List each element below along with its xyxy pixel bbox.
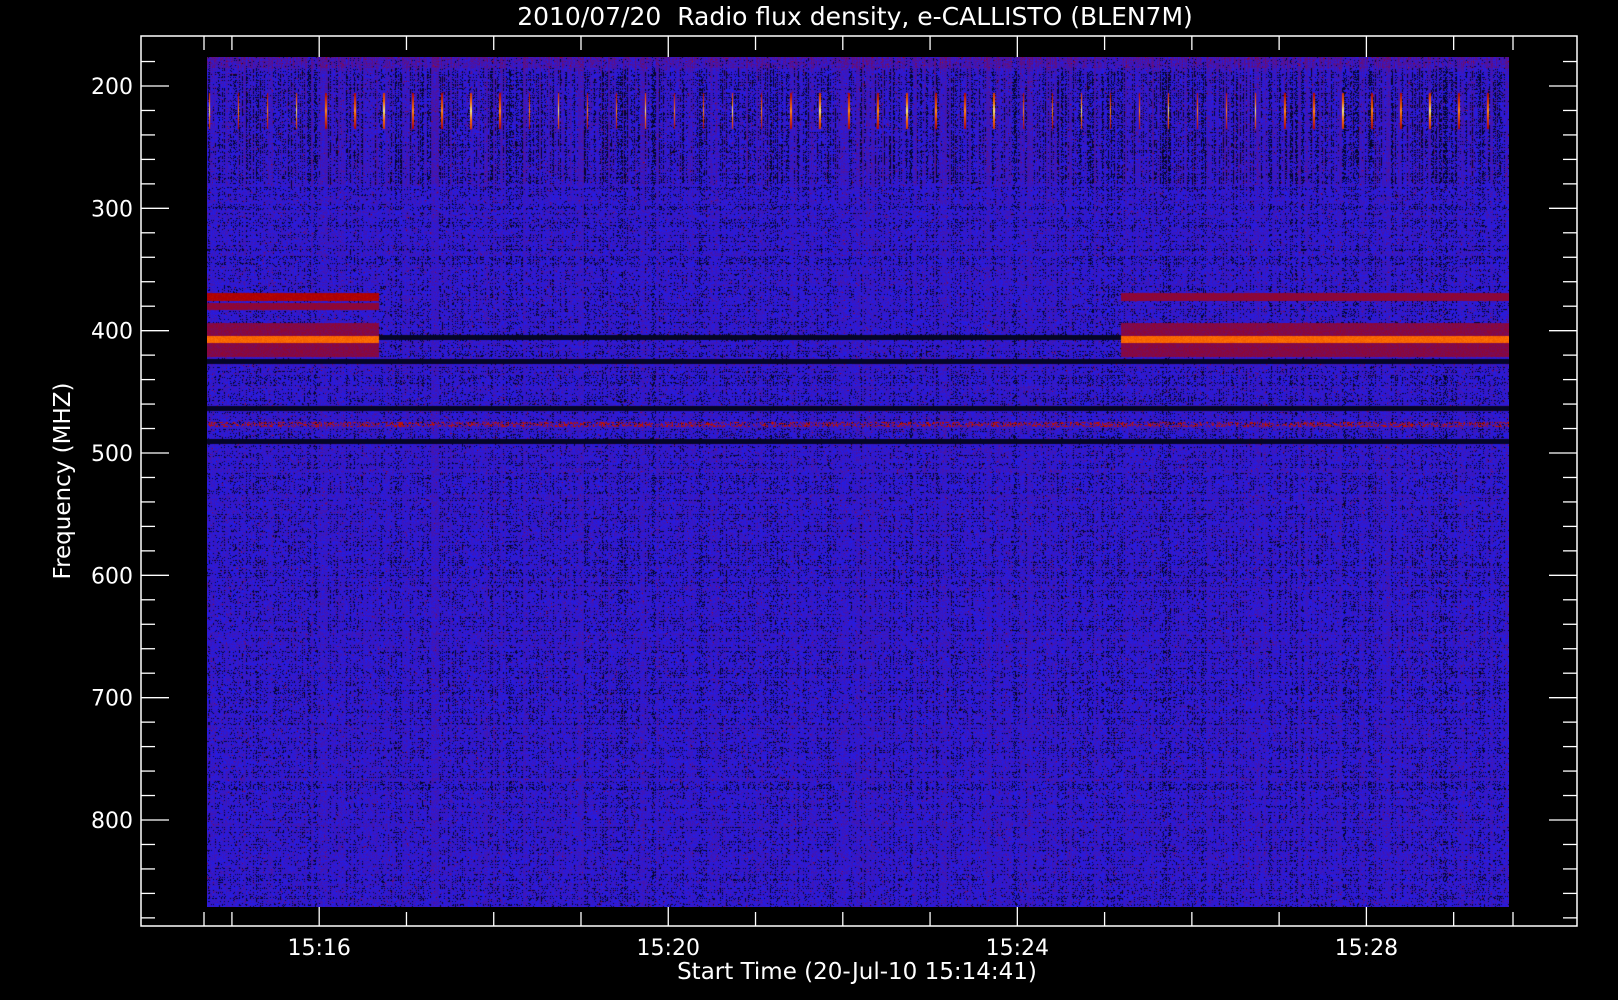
spectrogram-chart: 2010/07/20 Radio flux density, e-CALLIST… (0, 0, 1618, 1000)
x-tick-label: 15:16 (287, 936, 350, 961)
x-tick-label: 15:24 (986, 936, 1049, 961)
y-tick-label: 400 (91, 320, 133, 345)
y-axis-label: Frequency (MHZ) (50, 383, 76, 580)
chart-title: 2010/07/20 Radio flux density, e-CALLIST… (517, 2, 1193, 31)
y-tick-label: 200 (91, 75, 133, 100)
y-tick-label: 700 (91, 687, 133, 712)
chart-background (0, 0, 1618, 1000)
x-tick-label: 15:28 (1335, 936, 1398, 961)
x-tick-label: 15:20 (637, 936, 700, 961)
y-tick-label: 800 (91, 809, 133, 834)
y-tick-label: 500 (91, 442, 133, 467)
y-tick-label: 300 (91, 197, 133, 222)
x-axis-label: Start Time (20-Jul-10 15:14:41) (677, 959, 1037, 985)
y-tick-label: 600 (91, 564, 133, 589)
